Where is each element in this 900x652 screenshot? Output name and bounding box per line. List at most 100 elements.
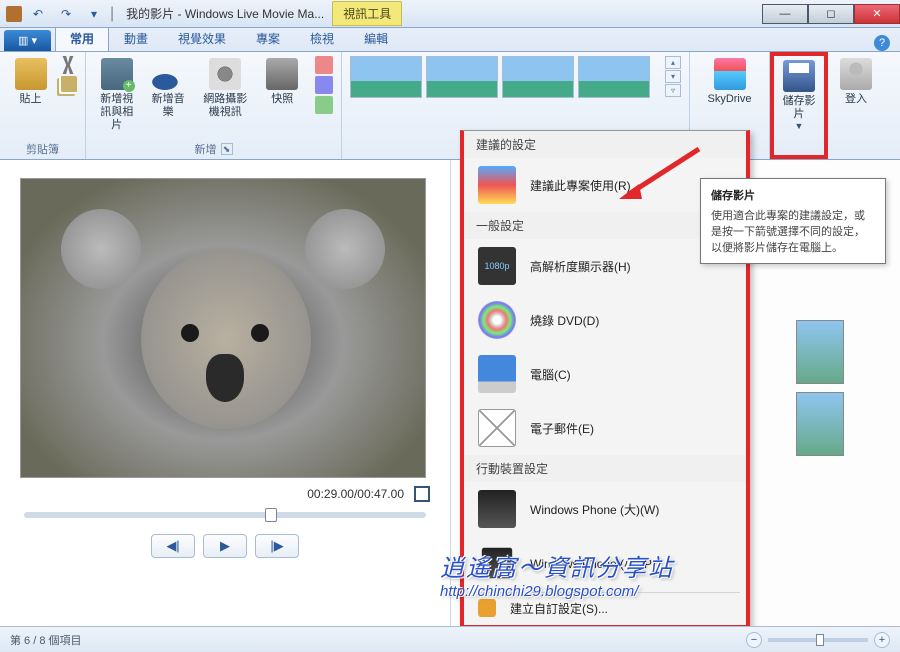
dd-item-dvd[interactable]: 燒錄 DVD(D): [464, 293, 746, 347]
next-frame-button[interactable]: |▶: [255, 534, 299, 558]
cut-button[interactable]: [59, 56, 77, 74]
gallery-item[interactable]: [350, 56, 422, 98]
qat-undo[interactable]: ↶: [26, 3, 50, 25]
cloud-icon: [714, 58, 746, 90]
help-icon[interactable]: ?: [874, 35, 890, 51]
snapshot-button[interactable]: 快照: [260, 56, 305, 108]
title-bar: ↶ ↷ ▾ | 我的影片 - Windows Live Movie Ma... …: [0, 0, 900, 28]
status-bar: 第 6 / 8 個項目 − +: [0, 626, 900, 652]
time-display: 00:29.00/00:47.00: [307, 487, 404, 501]
title-button[interactable]: [315, 56, 333, 74]
save-movie-icon: [783, 60, 815, 92]
group-add-label: 新增: [195, 141, 217, 157]
dd-label: 高解析度顯示器(H): [530, 258, 631, 275]
save-movie-button[interactable]: 儲存影片 ▼: [776, 58, 822, 134]
save-movie-label: 儲存影片: [778, 95, 820, 121]
add-music-button[interactable]: 新增音樂: [145, 56, 190, 121]
qat-redo[interactable]: ↷: [54, 3, 78, 25]
music-icon: [152, 58, 184, 90]
copy-button[interactable]: [59, 76, 77, 94]
dd-item-custom[interactable]: 建立自訂設定(S)...: [464, 595, 746, 621]
ribbon-tab-strip: ▥ ▾ 常用 動畫 視覺效果 專案 檢視 編輯 ?: [0, 28, 900, 52]
sign-in-button[interactable]: 登入: [836, 56, 876, 108]
file-menu-button[interactable]: ▥ ▾: [4, 30, 51, 51]
tab-project[interactable]: 專案: [241, 25, 295, 51]
clip-thumb[interactable]: [796, 392, 844, 456]
preview-monitor[interactable]: [20, 178, 426, 478]
user-icon: [840, 58, 872, 90]
gallery-more[interactable]: ▿: [665, 84, 681, 97]
play-button[interactable]: ▶: [203, 534, 247, 558]
dd-label: Windows Phone (小)(P): [530, 555, 656, 572]
dialog-launcher-icon[interactable]: ⬊: [221, 143, 233, 155]
add-video-button[interactable]: 新增視訊與相片: [94, 56, 139, 135]
automovie-gallery[interactable]: [350, 56, 657, 98]
skydrive-button[interactable]: SkyDrive: [698, 56, 761, 108]
dd-item-wp-large[interactable]: Windows Phone (大)(W): [464, 482, 746, 536]
dd-label: 電子郵件(E): [530, 420, 594, 437]
gallery-item[interactable]: [578, 56, 650, 98]
dd-label: 建議此專案使用(R): [530, 177, 631, 194]
dd-label: Windows Phone (大)(W): [530, 501, 659, 518]
computer-icon: [478, 355, 516, 393]
add-music-label: 新增音樂: [147, 93, 188, 119]
seek-slider[interactable]: [24, 512, 426, 518]
zoom-out-button[interactable]: −: [746, 632, 762, 648]
gallery-item[interactable]: [426, 56, 498, 98]
tooltip: 儲存影片 使用適合此專案的建議設定，或是按一下箭號選擇不同的設定，以便將影片儲存…: [700, 178, 886, 264]
webcam-icon: [209, 58, 241, 90]
tab-edit[interactable]: 編輯: [349, 25, 403, 51]
dd-label: 燒錄 DVD(D): [530, 312, 599, 329]
prev-frame-button[interactable]: ◀|: [151, 534, 195, 558]
close-button[interactable]: ✕: [854, 4, 900, 24]
tab-visual-effects[interactable]: 視覺效果: [163, 25, 241, 51]
phone-icon: [482, 548, 512, 578]
contextual-tab[interactable]: 視訊工具: [332, 1, 402, 26]
gallery-item[interactable]: [502, 56, 574, 98]
snapshot-label: 快照: [271, 93, 293, 106]
gallery-up[interactable]: ▴: [665, 56, 681, 69]
tooltip-body: 使用適合此專案的建議設定，或是按一下箭號選擇不同的設定，以便將影片儲存在電腦上。: [711, 207, 875, 255]
tab-animations[interactable]: 動畫: [109, 25, 163, 51]
paste-label: 貼上: [20, 93, 42, 106]
phone-icon: [478, 490, 516, 528]
webcam-button[interactable]: 網路攝影機視訊: [197, 56, 254, 121]
maximize-button[interactable]: ◻: [808, 4, 854, 24]
minimize-button[interactable]: —: [762, 4, 808, 24]
zoom-slider[interactable]: [768, 638, 868, 642]
credits-button[interactable]: [315, 96, 333, 114]
dd-item-computer[interactable]: 電腦(C): [464, 347, 746, 401]
window-title: 我的影片 - Windows Live Movie Ma...: [126, 5, 324, 22]
group-clipboard-label: 剪貼簿: [8, 139, 77, 157]
dd-label: 建立自訂設定(S)...: [510, 600, 608, 617]
dd-section-mobile: 行動裝置設定: [464, 455, 746, 482]
qat-dropdown[interactable]: ▾: [82, 3, 106, 25]
tab-home[interactable]: 常用: [55, 25, 109, 51]
zoom-in-button[interactable]: +: [874, 632, 890, 648]
clipboard-icon: [15, 58, 47, 90]
app-icon: [6, 6, 22, 22]
recommended-icon: [478, 166, 516, 204]
dd-item-wp-small[interactable]: Windows Phone (小)(P): [464, 536, 746, 590]
film-icon: [101, 58, 133, 90]
gear-icon: [478, 599, 496, 617]
add-video-label: 新增視訊與相片: [96, 93, 137, 133]
preview-pane: 00:29.00/00:47.00 ◀| ▶ |▶: [0, 160, 450, 626]
mail-icon: [478, 409, 516, 447]
skydrive-label: SkyDrive: [707, 93, 751, 106]
paste-button[interactable]: 貼上: [8, 56, 53, 108]
dd-section-recommended: 建議的設定: [464, 131, 746, 158]
fullscreen-button[interactable]: [414, 486, 430, 502]
camera-icon: [266, 58, 298, 90]
caption-button[interactable]: [315, 76, 333, 94]
item-count: 第 6 / 8 個項目: [10, 632, 82, 648]
separator: [470, 592, 740, 593]
seek-thumb[interactable]: [265, 508, 277, 522]
dd-item-email[interactable]: 電子郵件(E): [464, 401, 746, 455]
chevron-down-icon: ▼: [795, 121, 804, 132]
tooltip-title: 儲存影片: [711, 187, 875, 203]
gallery-down[interactable]: ▾: [665, 70, 681, 83]
clip-thumb[interactable]: [796, 320, 844, 384]
tab-view[interactable]: 檢視: [295, 25, 349, 51]
zoom-thumb[interactable]: [816, 634, 824, 646]
